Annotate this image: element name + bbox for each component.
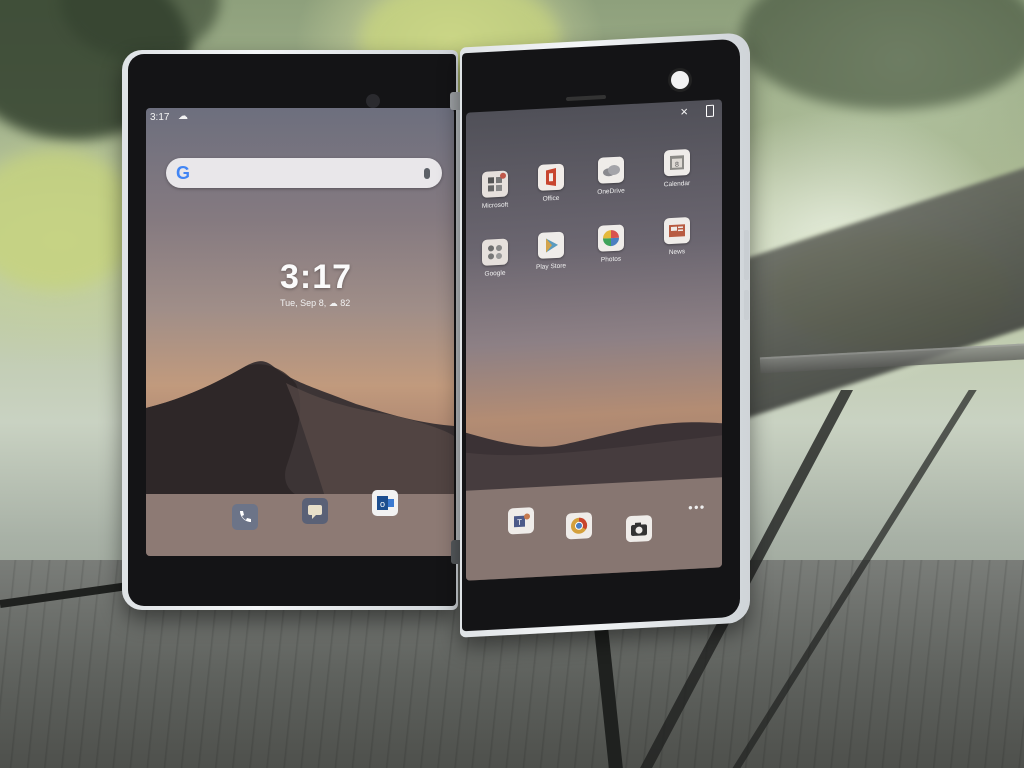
photo-scene: 3:17 ☁ G 3:17 Tue, Sep 8, ☁ 82 o ✕ Micro… bbox=[0, 0, 1024, 768]
calendar-icon: 8 bbox=[664, 148, 690, 177]
outlook-icon[interactable]: o bbox=[372, 490, 398, 516]
svg-text:8: 8 bbox=[675, 162, 679, 169]
phone-icon[interactable] bbox=[232, 504, 258, 530]
volume-button bbox=[744, 230, 749, 280]
photos-icon bbox=[598, 224, 624, 252]
svg-text:o: o bbox=[380, 499, 385, 509]
svg-text:T: T bbox=[517, 518, 522, 527]
teams-icon[interactable]: T bbox=[508, 507, 534, 535]
messages-icon[interactable] bbox=[302, 498, 328, 524]
app-google-folder[interactable]: Google bbox=[466, 238, 524, 279]
front-camera-icon bbox=[366, 94, 380, 108]
rear-camera-icon bbox=[668, 68, 692, 92]
mute-icon: ✕ bbox=[680, 107, 689, 119]
battery-icon bbox=[706, 104, 714, 118]
camera-icon[interactable] bbox=[626, 514, 652, 543]
onedrive-icon bbox=[598, 156, 624, 184]
app-office[interactable]: Office bbox=[522, 163, 580, 204]
office-icon bbox=[538, 163, 564, 191]
play-store-icon bbox=[538, 231, 564, 259]
left-screen[interactable]: 3:17 ☁ G 3:17 Tue, Sep 8, ☁ 82 o bbox=[146, 108, 454, 556]
app-onedrive[interactable]: OneDrive bbox=[582, 156, 640, 197]
app-calendar[interactable]: 8 Calendar bbox=[648, 148, 706, 189]
app-photos[interactable]: Photos bbox=[582, 224, 640, 265]
app-news[interactable]: News bbox=[648, 216, 706, 257]
power-button bbox=[744, 290, 749, 320]
app-play-store[interactable]: Play Store bbox=[522, 231, 580, 272]
mountain-wallpaper bbox=[146, 361, 454, 556]
news-icon bbox=[664, 216, 690, 245]
chrome-icon[interactable] bbox=[566, 512, 592, 540]
microsoft-folder-icon bbox=[482, 170, 508, 198]
google-folder-icon bbox=[482, 238, 508, 266]
right-screen[interactable]: ✕ Microsoft Office OneDrive 8 Calendar G… bbox=[466, 99, 722, 581]
app-microsoft-folder[interactable]: Microsoft bbox=[466, 170, 524, 211]
page-indicator: ●●● bbox=[688, 502, 706, 513]
